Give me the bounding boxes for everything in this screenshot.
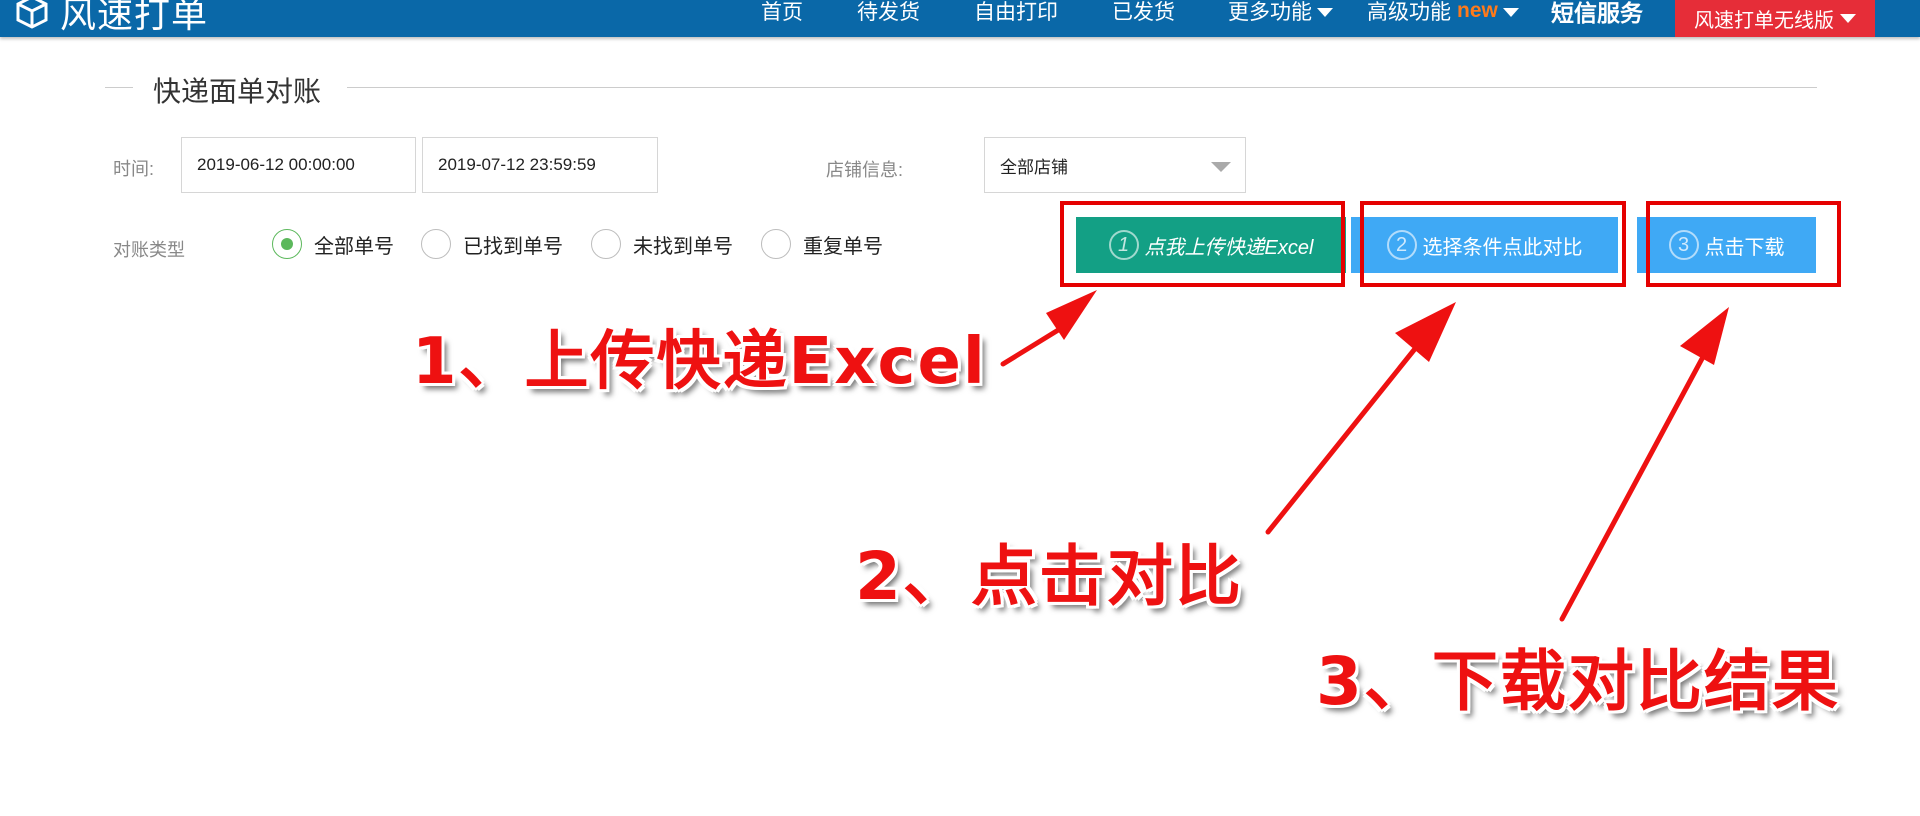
caret-down-icon xyxy=(1317,7,1333,17)
end-time-value: 2019-07-12 23:59:59 xyxy=(438,155,596,174)
radio-all-numbers[interactable]: 全部单号 xyxy=(272,229,394,259)
annotation-step2: 2、点击对比 xyxy=(855,538,1243,615)
section-header: 快递面单对账 xyxy=(105,70,1817,107)
offline-version-button[interactable]: 风速打单无线版 xyxy=(1675,0,1875,37)
nav-item-label: 首页 xyxy=(761,1,803,24)
nav-item-label: 高级功能 xyxy=(1367,1,1451,24)
nav-item-home[interactable]: 首页 xyxy=(761,0,803,24)
start-time-input[interactable]: 2019-06-12 00:00:00 xyxy=(181,137,416,193)
arrow-to-upload-icon xyxy=(1000,290,1097,367)
caret-down-icon xyxy=(1502,7,1519,17)
nav-item-advanced-features[interactable]: 高级功能 new xyxy=(1367,0,1519,24)
highlight-box-compare xyxy=(1360,201,1626,287)
nav-item-label: 短信服务 xyxy=(1551,0,1643,26)
shop-info-label: 店铺信息: xyxy=(826,160,904,180)
nav-item-label: 已发货 xyxy=(1112,1,1175,24)
highlight-box-download xyxy=(1646,201,1841,287)
radio-unchecked-icon xyxy=(591,229,621,259)
radio-unchecked-icon xyxy=(761,229,791,259)
radio-unchecked-icon xyxy=(421,229,451,259)
annotation-step3: 3、下载对比结果 xyxy=(1316,643,1840,720)
nav-item-sms-service[interactable]: 短信服务 xyxy=(1551,0,1643,26)
shop-select[interactable]: 全部店铺 xyxy=(984,137,1246,193)
nav-item-free-print[interactable]: 自由打印 xyxy=(974,0,1058,24)
app-logo-text: 风速打单 xyxy=(60,0,209,35)
divider-line xyxy=(347,87,1817,88)
start-time-value: 2019-06-12 00:00:00 xyxy=(197,155,355,174)
end-time-input[interactable]: 2019-07-12 23:59:59 xyxy=(422,137,658,193)
radio-label: 未找到单号 xyxy=(633,235,733,258)
chevron-down-icon xyxy=(1211,162,1231,172)
offline-version-label: 风速打单无线版 xyxy=(1694,10,1834,32)
nav-item-label: 更多功能 xyxy=(1228,1,1312,24)
nav-item-label: 自由打印 xyxy=(974,1,1058,24)
annotation-step1: 1、上传快递Excel xyxy=(412,325,987,399)
shop-select-value: 全部店铺 xyxy=(1000,157,1068,177)
nav-item-pending-shipment[interactable]: 待发货 xyxy=(857,0,920,24)
caret-down-icon xyxy=(1840,14,1856,23)
radio-label: 重复单号 xyxy=(803,235,883,258)
radio-label: 已找到单号 xyxy=(463,235,563,258)
radio-duplicate-numbers[interactable]: 重复单号 xyxy=(761,229,883,259)
nav-item-more-features[interactable]: 更多功能 xyxy=(1228,0,1333,24)
new-badge: new xyxy=(1457,0,1498,22)
top-nav-bar: 风速打单 首页 待发货 自由打印 已发货 更多功能 高级功能 new 短信服务 … xyxy=(0,0,1920,37)
nav-item-shipped[interactable]: 已发货 xyxy=(1112,0,1175,24)
divider-line xyxy=(105,87,133,88)
time-label: 时间: xyxy=(113,159,155,179)
radio-label: 全部单号 xyxy=(314,235,394,258)
page-title: 快递面单对账 xyxy=(153,76,322,107)
reconciliation-type-label: 对账类型 xyxy=(113,240,185,260)
radio-checked-icon xyxy=(272,229,302,259)
radio-found-numbers[interactable]: 已找到单号 xyxy=(421,229,563,259)
radio-not-found-numbers[interactable]: 未找到单号 xyxy=(591,229,733,259)
highlight-box-upload xyxy=(1060,201,1345,287)
nav-item-label: 待发货 xyxy=(857,1,920,24)
app-logo[interactable]: 风速打单 xyxy=(14,0,208,35)
arrow-to-download-icon xyxy=(1559,307,1729,622)
arrow-to-compare-icon xyxy=(1265,302,1456,535)
box-logo-icon xyxy=(16,0,48,29)
